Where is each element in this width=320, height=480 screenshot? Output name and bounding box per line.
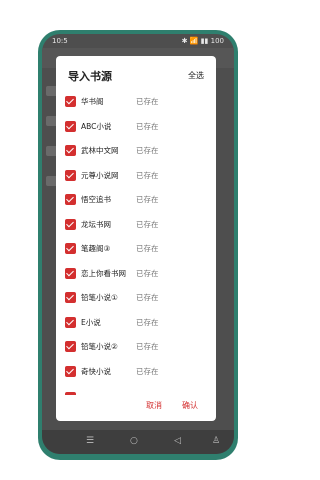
source-status: 已存在 <box>136 195 159 204</box>
source-status: 已存在 <box>136 97 159 106</box>
cancel-button[interactable]: 取消 <box>146 400 162 411</box>
back-icon[interactable]: ◁ <box>174 436 181 446</box>
dialog-title: 导入书源 <box>68 70 112 83</box>
source-status: 已存在 <box>136 293 159 302</box>
home-icon[interactable]: ○ <box>130 436 138 446</box>
checkbox[interactable] <box>65 96 76 107</box>
source-name: 龙坛书网 <box>81 219 111 229</box>
source-name: ABC小说 <box>81 121 112 131</box>
source-list-item[interactable]: 龙坛书网 已存在 <box>56 213 216 237</box>
source-name: 铅笔小说② <box>81 342 118 351</box>
source-status: 已存在 <box>136 342 159 351</box>
source-status: 已存在 <box>136 366 159 376</box>
source-status: 已存在 <box>136 268 159 278</box>
source-list-item[interactable]: E小说 已存在 <box>56 311 216 335</box>
checkbox[interactable] <box>65 292 76 303</box>
source-list-item[interactable]: 华书阁 已存在 <box>56 90 216 114</box>
checkbox[interactable] <box>65 365 76 377</box>
system-nav-bar: ☰ ○ ◁ ♙ <box>42 430 234 454</box>
checkbox[interactable] <box>65 243 76 254</box>
source-name: 悟空追书 <box>81 195 111 204</box>
import-source-dialog: 导入书源 全选 华书阁 已存在 ABC小说 已存在 武林中文网 已存在 元尊小说网 已存在 悟空… <box>56 56 216 421</box>
source-list-item[interactable]: ABC小说 已存在 <box>56 115 216 139</box>
source-name: E小说 <box>81 317 101 327</box>
source-status: 已存在 <box>136 244 159 253</box>
source-list: 华书阁 已存在 ABC小说 已存在 武林中文网 已存在 元尊小说网 已存在 悟空追书 已存在 龙坛书… <box>56 90 216 392</box>
status-bar: 10:5 ✱ 📶 ▮▮ 100 <box>42 34 234 48</box>
source-list-item[interactable]: 悟空追书 已存在 <box>56 188 216 212</box>
checkbox[interactable] <box>65 316 76 328</box>
source-status: 已存在 <box>136 146 159 155</box>
source-name: 铅笔小说① <box>81 293 118 302</box>
confirm-button[interactable]: 确认 <box>182 400 198 411</box>
source-name: 恋上你看书网 <box>81 268 126 278</box>
source-name: 武林中文网 <box>81 146 119 155</box>
menu-icon[interactable]: ☰ <box>86 436 94 446</box>
checkbox-partial <box>65 392 76 395</box>
select-all-button[interactable]: 全选 <box>188 70 204 81</box>
source-list-item[interactable]: 武林中文网 已存在 <box>56 139 216 163</box>
checkbox[interactable] <box>65 169 76 181</box>
source-status: 已存在 <box>136 170 159 180</box>
checkbox[interactable] <box>65 218 76 230</box>
status-time: 10:5 <box>52 37 68 45</box>
source-name: 元尊小说网 <box>81 170 119 180</box>
source-list-item[interactable]: 恋上你看书网 已存在 <box>56 262 216 286</box>
status-icons: ✱ 📶 ▮▮ 100 <box>181 37 224 45</box>
source-list-item[interactable]: 铅笔小说① 已存在 <box>56 286 216 310</box>
dialog-actions: 取消 确认 <box>56 396 216 416</box>
checkbox[interactable] <box>65 145 76 156</box>
checkbox[interactable] <box>65 267 76 279</box>
source-name: 华书阁 <box>81 97 104 106</box>
checkbox[interactable] <box>65 120 76 132</box>
source-name: 奇快小说 <box>81 366 111 376</box>
checkbox[interactable] <box>65 194 76 205</box>
source-list-item[interactable]: 笔趣阁③ 已存在 <box>56 237 216 261</box>
source-name: 笔趣阁③ <box>81 244 111 253</box>
source-status: 已存在 <box>136 121 159 131</box>
source-list-item[interactable]: 铅笔小说② 已存在 <box>56 335 216 359</box>
source-list-item[interactable]: 奇快小说 已存在 <box>56 360 216 384</box>
source-list-item[interactable]: 元尊小说网 已存在 <box>56 164 216 188</box>
source-status: 已存在 <box>136 219 159 229</box>
checkbox[interactable] <box>65 341 76 352</box>
source-status: 已存在 <box>136 317 159 327</box>
person-icon[interactable]: ♙ <box>212 436 220 446</box>
